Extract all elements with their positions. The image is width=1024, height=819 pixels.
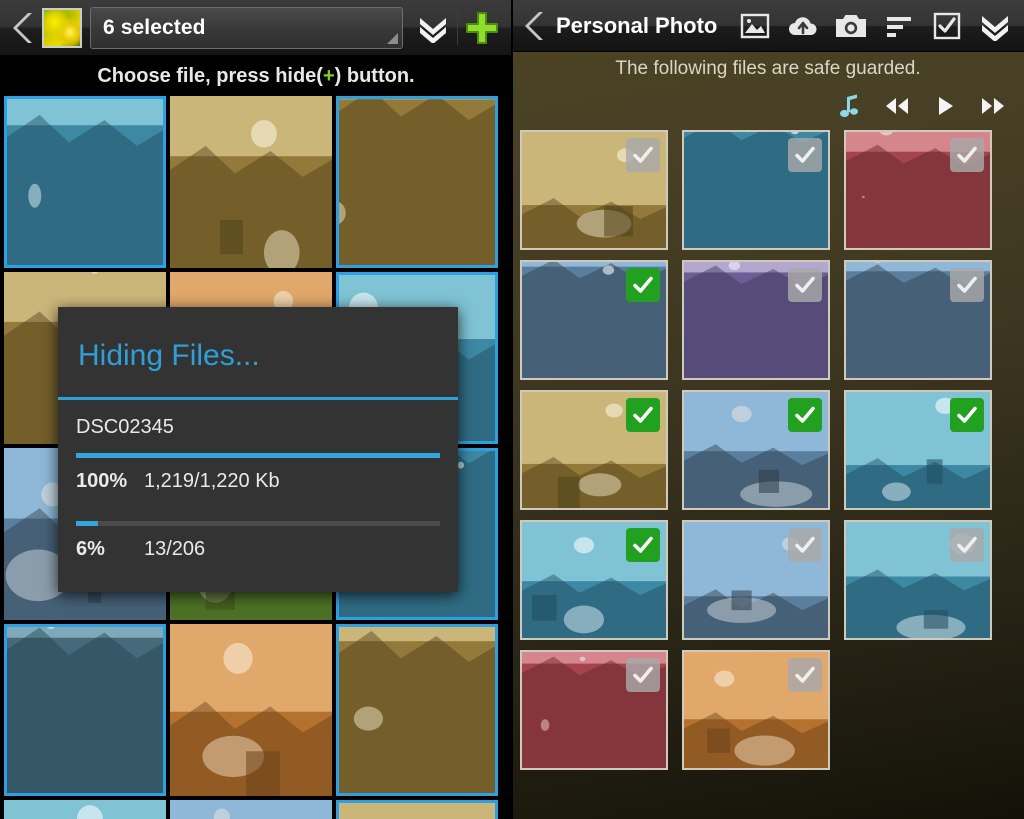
total-progress-stats: 6% 13/206 — [76, 526, 440, 561]
right-photo-cell[interactable]: big-ben-crowd — [520, 390, 668, 510]
sort-icon[interactable] — [875, 6, 923, 46]
rewind-icon[interactable] — [882, 91, 912, 121]
checkbox-unchecked-icon[interactable] — [788, 528, 822, 562]
right-photo-grid: four-friends-jumping-cloudshelicopter-sn… — [512, 126, 1024, 774]
right-photo-cell[interactable]: helicopter-snow-gear — [682, 130, 830, 250]
checkbox-checked-icon[interactable] — [626, 528, 660, 562]
right-photo-cell[interactable]: tropical-pier-seaplane — [844, 390, 992, 510]
album-thumbnail-flower[interactable] — [42, 7, 82, 48]
left-photo-cell[interactable]: crowd-jumping-ruins — [170, 624, 332, 796]
hint-plus: + — [322, 64, 335, 87]
cloud-upload-icon[interactable] — [779, 6, 827, 46]
file-progress-fill — [76, 453, 440, 458]
right-photo-cell[interactable]: woman-thumbs-up-eiffel — [520, 260, 668, 380]
left-header-bar: 6 selected — [0, 0, 512, 56]
left-photo-cell[interactable]: machu-picchu-travelers — [336, 624, 498, 796]
file-size-label: 1,219/1,220 Kb — [144, 470, 280, 492]
checkbox-checked-icon[interactable] — [626, 268, 660, 302]
checkbox-checked-icon[interactable] — [950, 398, 984, 432]
checkbox-unchecked-icon[interactable] — [788, 658, 822, 692]
panel-divider — [511, 0, 513, 819]
total-progress-fill — [76, 521, 98, 526]
dialog-spacer — [76, 493, 440, 521]
photo-thumbnail: crowd-jumping-ruins — [170, 624, 332, 796]
left-panel-file-chooser: 6 selected Choose file, press hide(+) bu… — [0, 0, 512, 819]
checkbox-unchecked-icon[interactable] — [950, 138, 984, 172]
gallery-icon[interactable] — [731, 6, 779, 46]
dialog-title: Hiding Files... — [78, 339, 260, 372]
play-icon[interactable] — [930, 91, 960, 121]
right-photo-cell[interactable]: colosseum-tourists — [844, 260, 992, 380]
file-progress-stats: 100% 1,219/1,220 Kb — [76, 458, 440, 493]
left-photo-cell[interactable]: desert-camel-rider — [4, 800, 166, 819]
checkbox-unchecked-icon[interactable] — [626, 658, 660, 692]
left-photo-cell[interactable]: eiffel-tower-red-flowers — [336, 96, 498, 268]
total-progress-bar — [76, 521, 440, 526]
photo-thumbnail: snowy-mailboxes — [4, 96, 166, 268]
right-photo-cell[interactable]: sailboat-group-ocean — [844, 130, 992, 250]
photo-thumbnail: modern-building-dome — [336, 800, 498, 819]
hiding-files-dialog: Hiding Files... DSC02345 100% 1,219/1,22… — [58, 307, 458, 592]
hint-suffix: ) button. — [334, 64, 415, 87]
select-all-checkbox-icon[interactable] — [923, 6, 971, 46]
checkbox-unchecked-icon[interactable] — [788, 268, 822, 302]
photo-thumbnail: woman-sunglasses-market — [170, 800, 332, 819]
current-file-name: DSC02345 — [76, 416, 174, 438]
total-count-label: 13/206 — [144, 538, 206, 560]
photo-thumbnail: friends-group-selfie-grass — [4, 624, 166, 796]
photo-thumbnail: eiffel-tower-red-flowers — [336, 96, 498, 268]
selection-count-label: 6 selected — [103, 15, 206, 39]
back-chevron-icon[interactable] — [518, 6, 552, 46]
dialog-body: DSC02345 100% 1,219/1,220 Kb 6% 13/206 — [58, 400, 458, 561]
right-photo-cell[interactable]: hillside-couple-lying — [682, 260, 830, 380]
right-panel-title: Personal Photo — [556, 12, 718, 38]
right-header-bar: Personal Photo — [512, 0, 1024, 52]
dropdown-caret-icon — [387, 32, 398, 44]
checkbox-unchecked-icon[interactable] — [950, 528, 984, 562]
photo-thumbnail: machu-picchu-travelers — [336, 624, 498, 796]
right-hint-text: The following files are safe guarded. — [615, 58, 921, 79]
checkbox-unchecked-icon[interactable] — [788, 138, 822, 172]
photo-thumbnail: madrid-plaza-spanish-flag — [170, 96, 332, 268]
left-photo-cell[interactable]: madrid-plaza-spanish-flag — [170, 96, 332, 268]
hint-prefix: Choose file, press hide( — [97, 64, 323, 87]
right-panel-personal-photo: Personal Photo The following files are s… — [512, 0, 1024, 819]
right-photo-cell[interactable]: four-friends-jumping-clouds — [520, 130, 668, 250]
checkbox-checked-icon[interactable] — [788, 398, 822, 432]
right-photo-cell[interactable]: friends-hands-circle-overhead — [682, 390, 830, 510]
app-screenshot: 6 selected Choose file, press hide(+) bu… — [0, 0, 1024, 819]
checkbox-checked-icon[interactable] — [626, 398, 660, 432]
media-controls — [512, 86, 1024, 126]
double-chevron-down-icon[interactable] — [971, 6, 1019, 46]
checkbox-unchecked-icon[interactable] — [626, 138, 660, 172]
fast-forward-icon[interactable] — [978, 91, 1008, 121]
checkbox-unchecked-icon[interactable] — [950, 268, 984, 302]
left-photo-cell[interactable]: modern-building-dome — [336, 800, 498, 819]
right-photo-cell[interactable]: friends-group-photo-park — [844, 520, 992, 640]
left-photo-cell[interactable]: woman-sunglasses-market — [170, 800, 332, 819]
file-progress-bar — [76, 453, 440, 458]
hide-plus-button[interactable] — [458, 6, 506, 50]
left-photo-cell[interactable]: friends-group-selfie-grass — [4, 624, 166, 796]
file-progress-percent: 100% — [76, 470, 128, 492]
total-progress-percent: 6% — [76, 538, 105, 560]
camera-icon[interactable] — [827, 6, 875, 46]
right-photo-cell[interactable]: tropical-beach-chair — [682, 650, 830, 770]
back-chevron-icon[interactable] — [6, 8, 40, 48]
right-photo-cell[interactable]: beach-party-crowd — [520, 650, 668, 770]
album-select-dropdown[interactable]: 6 selected — [90, 6, 403, 49]
right-photo-cell[interactable]: desert-camel-riders — [682, 520, 830, 640]
right-photo-cell[interactable]: mountain-lake-canoes — [520, 520, 668, 640]
left-hint-text: Choose file, press hide(+) button. — [0, 56, 512, 96]
music-note-icon[interactable] — [834, 91, 864, 121]
expand-double-chevron-down-icon[interactable] — [409, 6, 457, 50]
left-photo-cell[interactable]: snowy-mailboxes — [4, 96, 166, 268]
photo-thumbnail: desert-camel-rider — [4, 800, 166, 819]
